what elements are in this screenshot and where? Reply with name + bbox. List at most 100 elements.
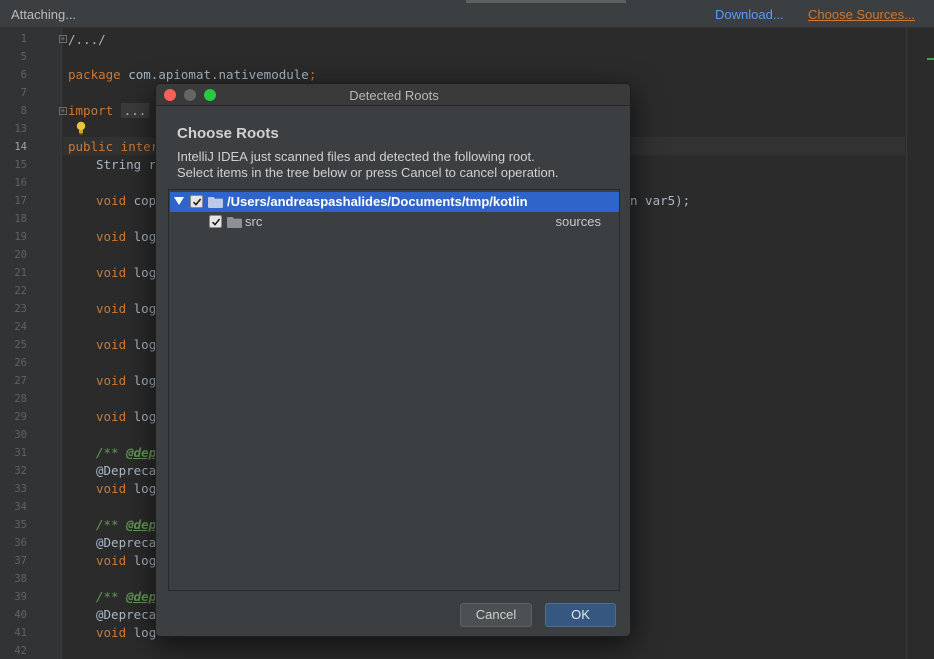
- code-line[interactable]: void log: [96, 481, 156, 496]
- line-number: 6: [20, 69, 27, 81]
- code-line[interactable]: /** @depr: [96, 589, 164, 604]
- line-number: 32: [14, 465, 27, 477]
- line-number: 25: [14, 339, 27, 351]
- choose-sources-link[interactable]: Choose Sources...: [808, 7, 915, 22]
- code-token: ;: [308, 67, 317, 82]
- dialog-title: Detected Roots: [349, 88, 439, 103]
- lightbulb-icon[interactable]: [76, 121, 86, 135]
- line-number: 31: [14, 447, 27, 459]
- line-number: 27: [14, 375, 27, 387]
- fold-marker-icon[interactable]: +: [59, 35, 67, 43]
- code-token: log: [133, 229, 157, 244]
- line-number: 38: [14, 573, 27, 585]
- code-token: @Deprecat: [96, 535, 164, 550]
- keyword: package: [68, 67, 121, 82]
- line-number: 41: [14, 627, 27, 639]
- line-number: 13: [14, 123, 27, 135]
- code-line-tail[interactable]: n var5);: [630, 193, 690, 208]
- notification-bar: Attaching... Download... Choose Sources.…: [0, 0, 934, 28]
- tree-item-type: sources: [555, 214, 601, 229]
- code-line[interactable]: void logl: [96, 301, 164, 316]
- line-number: 5: [20, 51, 27, 63]
- keyword: void: [96, 409, 127, 424]
- change-marker: [927, 58, 934, 60]
- keyword: void: [96, 193, 127, 208]
- fold-marker-icon[interactable]: +: [59, 107, 67, 115]
- code-line[interactable]: import ...: [68, 103, 150, 118]
- line-number: 8: [20, 105, 27, 117]
- tree-row-src[interactable]: src sources: [170, 212, 619, 232]
- dialog-heading: Choose Roots: [177, 125, 279, 142]
- line-number: 19: [14, 231, 27, 243]
- download-link[interactable]: Download...: [715, 7, 784, 22]
- line-number: 34: [14, 501, 27, 513]
- code-line[interactable]: package com.apiomat.nativemodule;: [68, 67, 316, 82]
- code-line[interactable]: @Deprecat: [96, 463, 164, 478]
- code-line[interactable]: void logl: [96, 265, 164, 280]
- code-line[interactable]: public inter: [68, 139, 158, 154]
- line-number: 40: [14, 609, 27, 621]
- dialog-description: Select items in the tree below or press …: [177, 165, 559, 180]
- keyword: void: [96, 337, 127, 352]
- keyword: void: [96, 229, 127, 244]
- keyword: void: [96, 301, 127, 316]
- dialog-description: IntelliJ IDEA just scanned files and det…: [177, 149, 535, 164]
- line-number: 26: [14, 357, 27, 369]
- code-line[interactable]: void logl: [96, 337, 164, 352]
- line-number: 22: [14, 285, 27, 297]
- line-number: 21: [14, 267, 27, 279]
- src-checkbox[interactable]: [209, 215, 222, 228]
- line-number: 33: [14, 483, 27, 495]
- code-line[interactable]: /.../: [68, 32, 106, 47]
- code-token: String re: [96, 157, 164, 172]
- line-number: 16: [14, 177, 27, 189]
- dialog-titlebar[interactable]: Detected Roots: [156, 84, 630, 106]
- line-number: 28: [14, 393, 27, 405]
- code-line[interactable]: void logl: [96, 373, 164, 388]
- line-number: 42: [14, 645, 27, 657]
- line-number: 35: [14, 519, 27, 531]
- line-number: 17: [14, 195, 27, 207]
- line-number: 14: [14, 141, 27, 153]
- ok-button[interactable]: OK: [545, 603, 616, 627]
- line-number: 20: [14, 249, 27, 261]
- line-number: 24: [14, 321, 27, 333]
- folder-icon: [227, 217, 242, 228]
- code-line[interactable]: @Deprecat: [96, 535, 164, 550]
- line-number: 30: [14, 429, 27, 441]
- line-number: 23: [14, 303, 27, 315]
- keyword: public inter: [68, 139, 159, 154]
- expand-arrow-icon[interactable]: [174, 197, 184, 205]
- progress-indicator: [466, 0, 626, 3]
- line-number: 29: [14, 411, 27, 423]
- code-token: com.apiomat.nativemodule: [120, 67, 309, 82]
- code-line[interactable]: void log: [96, 229, 156, 244]
- code-line[interactable]: /** @depr: [96, 517, 164, 532]
- code-token: n var5);: [630, 193, 691, 208]
- code-line[interactable]: /** @depr: [96, 445, 164, 460]
- doc-comment: /**: [96, 589, 127, 604]
- code-line[interactable]: void logl: [96, 409, 164, 424]
- roots-tree[interactable]: /Users/andreaspashalides/Documents/tmp/k…: [168, 189, 620, 591]
- line-number: 39: [14, 591, 27, 603]
- folder-icon: [208, 197, 223, 208]
- editor-scrollbar[interactable]: [906, 28, 934, 659]
- keyword: void: [96, 553, 127, 568]
- code-line[interactable]: void logl: [96, 625, 164, 640]
- keyword: import: [68, 103, 114, 118]
- tree-item-label: src: [245, 214, 263, 229]
- code-line[interactable]: void logl: [96, 553, 164, 568]
- code-line[interactable]: void copy: [96, 193, 164, 208]
- code-token: log: [133, 481, 157, 496]
- code-token: /.../: [68, 32, 106, 47]
- root-checkbox[interactable]: [190, 195, 203, 208]
- line-number: 36: [14, 537, 27, 549]
- cancel-button[interactable]: Cancel: [460, 603, 532, 627]
- doc-comment: /**: [96, 445, 127, 460]
- line-number: 1: [20, 33, 27, 45]
- status-text: Attaching...: [11, 7, 77, 22]
- tree-row-root[interactable]: /Users/andreaspashalides/Documents/tmp/k…: [170, 192, 619, 212]
- code-line[interactable]: String re: [96, 157, 164, 172]
- folded-region[interactable]: ...: [120, 103, 150, 118]
- code-line[interactable]: @Deprecat: [96, 607, 164, 622]
